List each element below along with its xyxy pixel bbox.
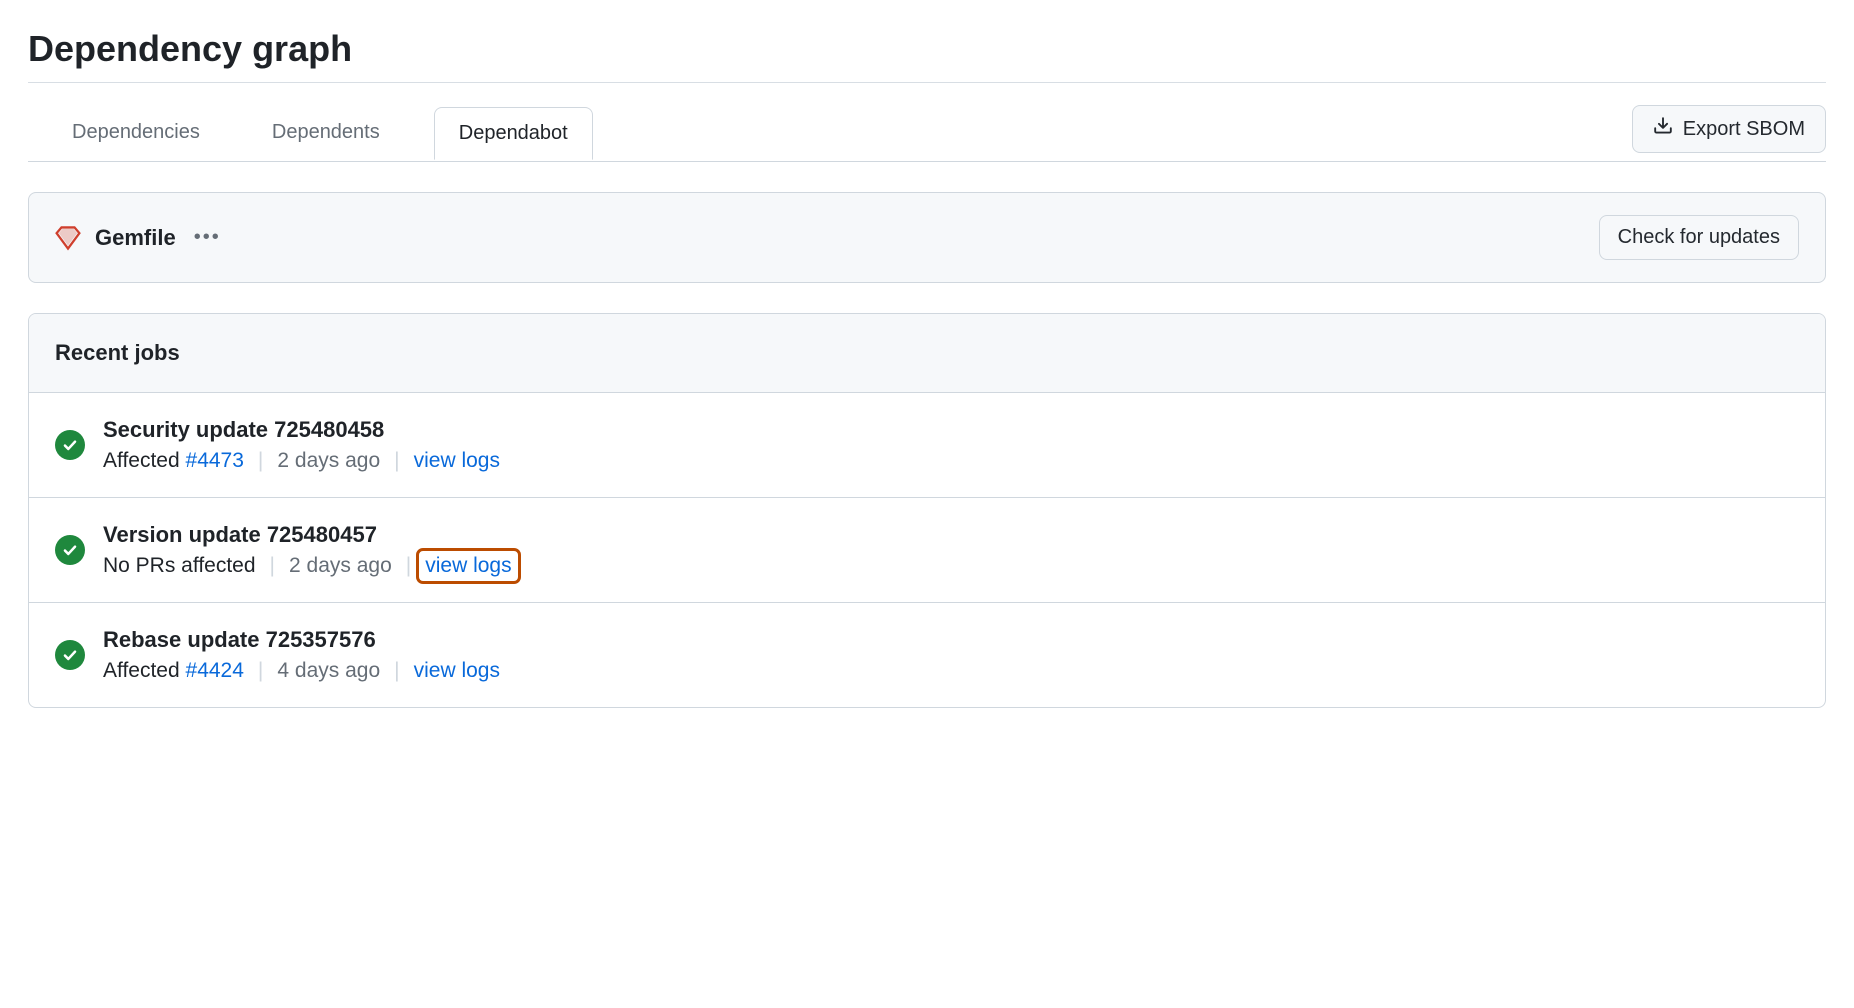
download-icon <box>1653 116 1673 142</box>
export-sbom-button[interactable]: Export SBOM <box>1632 105 1826 153</box>
pr-link[interactable]: #4473 <box>186 449 244 472</box>
tab-dependents[interactable]: Dependents <box>254 107 398 159</box>
job-row: Rebase update 725357576 Affected #4424 |… <box>29 603 1825 707</box>
job-row: Security update 725480458 Affected #4473… <box>29 393 1825 498</box>
job-title: Version update 725480457 <box>103 522 512 548</box>
recent-jobs-header: Recent jobs <box>29 314 1825 393</box>
affected-label: Affected <box>103 449 180 472</box>
file-panel: Gemfile ••• Check for updates <box>28 192 1826 283</box>
view-logs-link[interactable]: view logs <box>414 659 500 683</box>
separator: | <box>394 659 399 683</box>
tabnav: Dependencies Dependents Dependabot Expor… <box>28 105 1826 162</box>
view-logs-link[interactable]: view logs <box>414 449 500 473</box>
separator: | <box>394 449 399 473</box>
affected-label: No PRs affected <box>103 554 256 578</box>
separator: | <box>258 659 263 683</box>
check-circle-icon <box>55 535 85 565</box>
separator: | <box>406 554 411 578</box>
job-time: 2 days ago <box>289 554 392 578</box>
pr-link[interactable]: #4424 <box>186 659 244 682</box>
job-time: 4 days ago <box>277 659 380 683</box>
ruby-gem-icon <box>55 225 81 251</box>
separator: | <box>258 449 263 473</box>
tab-dependencies[interactable]: Dependencies <box>54 107 218 159</box>
check-updates-button[interactable]: Check for updates <box>1599 215 1799 260</box>
tab-dependabot[interactable]: Dependabot <box>434 107 593 160</box>
job-title: Rebase update 725357576 <box>103 627 500 653</box>
separator: | <box>270 554 275 578</box>
recent-jobs-box: Recent jobs Security update 725480458 Af… <box>28 313 1826 708</box>
view-logs-link[interactable]: view logs <box>419 551 517 581</box>
check-circle-icon <box>55 430 85 460</box>
job-row: Version update 725480457 No PRs affected… <box>29 498 1825 603</box>
tabs: Dependencies Dependents Dependabot <box>28 107 1632 159</box>
affected-label: Affected <box>103 659 180 682</box>
page-title: Dependency graph <box>28 28 1826 83</box>
check-circle-icon <box>55 640 85 670</box>
kebab-icon[interactable]: ••• <box>194 226 221 249</box>
job-time: 2 days ago <box>277 449 380 473</box>
filename: Gemfile <box>95 225 176 251</box>
export-sbom-label: Export SBOM <box>1683 118 1805 141</box>
job-title: Security update 725480458 <box>103 417 500 443</box>
